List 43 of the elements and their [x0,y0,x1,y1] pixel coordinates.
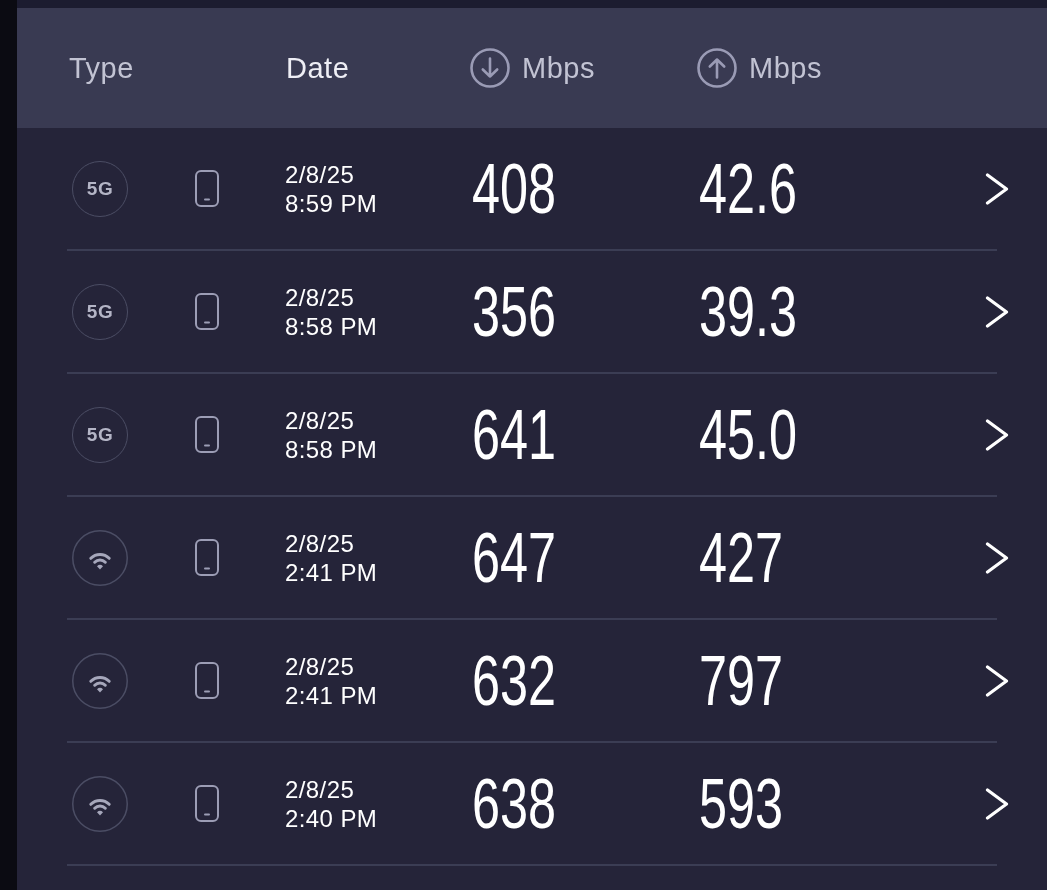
phone-icon [195,785,219,822]
chevron-right-icon[interactable] [985,172,1009,205]
column-header[interactable]: Mbps [749,53,822,83]
time-text: 2:41 PM [285,557,378,587]
date-text: 2/8/25 [285,651,355,681]
chevron-right-icon[interactable] [985,787,1009,820]
column-header[interactable]: Type [69,53,134,83]
column-header[interactable]: Date [286,53,350,83]
column-header[interactable]: Mbps [522,53,595,83]
upload-speed: 593 [699,774,784,833]
phone-icon [195,293,219,330]
time-text: 8:59 PM [285,188,378,218]
time-text: 8:58 PM [285,434,378,464]
wifi-icon [72,652,128,709]
upload-speed: 45.0 [699,405,798,464]
chevron-right-icon[interactable] [985,541,1009,574]
phone-icon [195,416,219,453]
chevron-right-icon[interactable] [985,418,1009,451]
date-text: 2/8/25 [285,159,355,189]
time-text: 2:40 PM [285,803,378,833]
date-text: 2/8/25 [285,528,355,558]
phone-icon [195,662,219,699]
upload-speed: 797 [699,651,784,710]
download-speed: 356 [472,282,557,341]
time-text: 8:58 PM [285,311,378,341]
download-speed: 638 [472,774,557,833]
upload-speed: 42.6 [699,159,798,218]
download-speed: 632 [472,651,557,710]
download-speed: 647 [472,528,557,587]
upload-speed: 427 [699,528,784,587]
date-text: 2/8/25 [285,405,355,435]
date-text: 2/8/25 [285,774,355,804]
wifi-icon [72,529,128,586]
date-text: 2/8/25 [285,282,355,312]
download-speed: 641 [472,405,557,464]
upload-speed: 39.3 [699,282,798,341]
phone-icon [195,539,219,576]
wifi-icon [72,775,128,832]
phone-icon [195,170,219,207]
chevron-right-icon[interactable] [985,664,1009,697]
time-text: 2:41 PM [285,680,378,710]
download-speed: 408 [472,159,557,218]
chevron-right-icon[interactable] [985,295,1009,328]
